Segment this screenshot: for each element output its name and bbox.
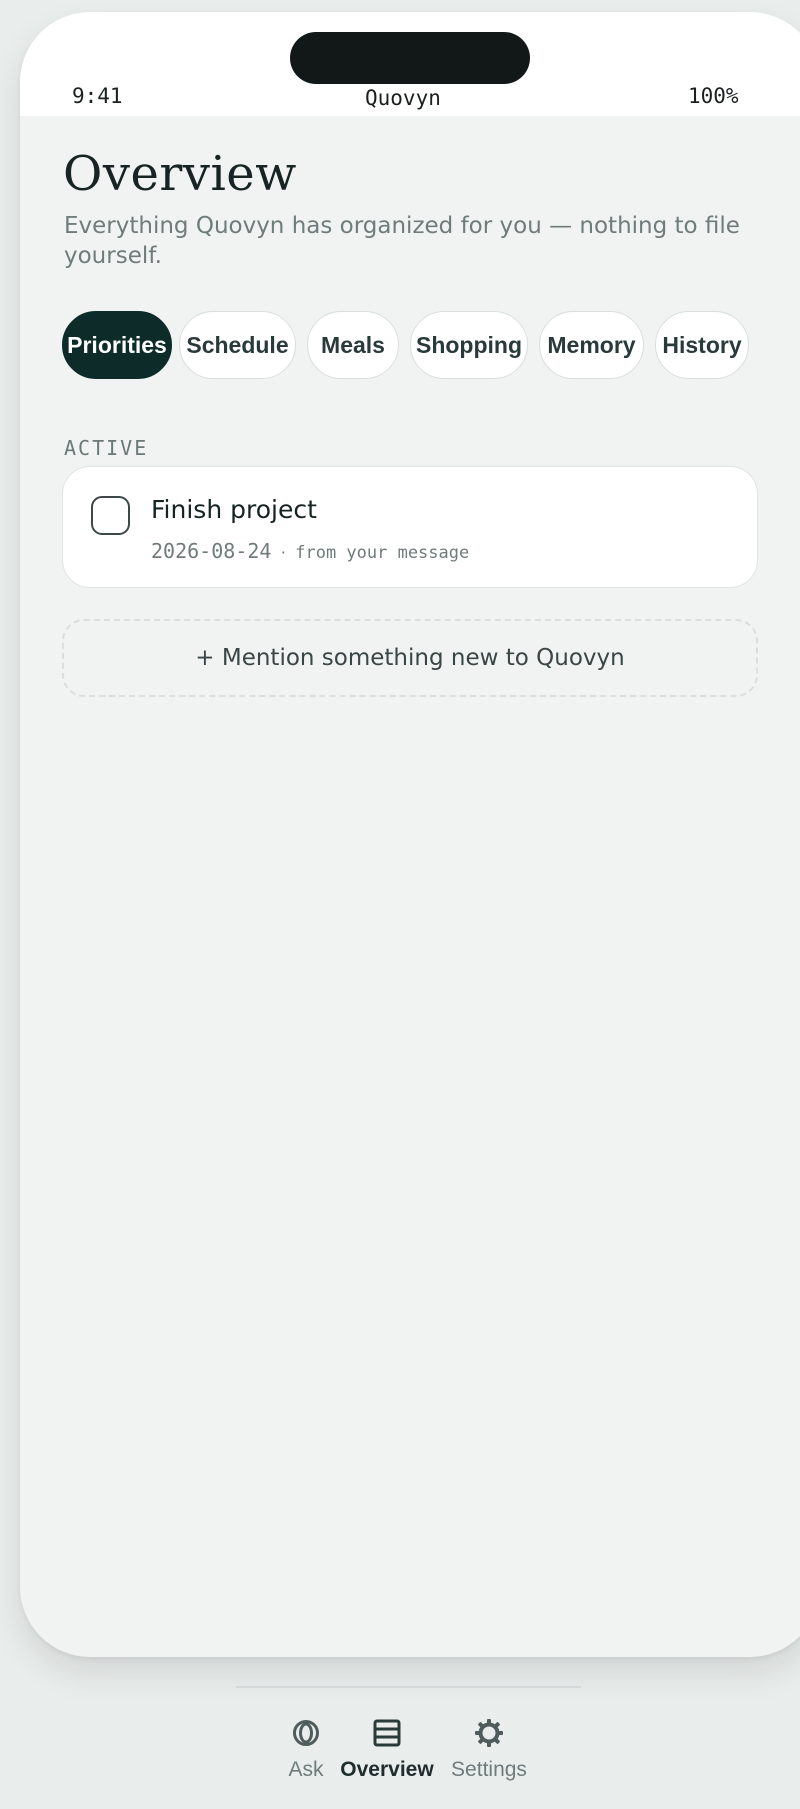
tab-shopping[interactable]: Shopping <box>410 311 528 379</box>
ask-rings-icon <box>293 1720 319 1746</box>
bottom-nav-divider <box>236 1686 581 1688</box>
nav-settings[interactable]: Settings <box>434 1718 544 1782</box>
nav-ask-label: Ask <box>288 1758 324 1781</box>
section-label-active: ACTIVE <box>64 436 149 460</box>
app-stage: 9:41 Quovyn 100% Overview Everything Quo… <box>0 0 800 1809</box>
status-battery: 100% <box>688 84 739 108</box>
task-meta: 2026-08-24 · from your message <box>151 539 469 563</box>
task-source: from your message <box>295 543 470 563</box>
task-date: 2026-08-24 <box>151 539 272 563</box>
task-card: Finish project 2026-08-24 · from your me… <box>62 466 758 588</box>
tab-schedule[interactable]: Schedule <box>179 311 296 379</box>
page-subtitle: Everything Quovyn has organized for you … <box>64 213 740 269</box>
task-title: Finish project <box>151 495 317 524</box>
tab-priorities[interactable]: Priorities <box>62 311 172 379</box>
mention-new-button[interactable]: + Mention something new to Quovyn <box>62 619 758 697</box>
status-time: 9:41 <box>72 84 123 108</box>
tab-history[interactable]: History <box>655 311 749 379</box>
nav-overview-label: Overview <box>340 1758 434 1781</box>
page-title: Overview <box>63 146 297 202</box>
nav-settings-label: Settings <box>451 1758 527 1781</box>
status-app-name: Quovyn <box>365 86 441 110</box>
status-bar: 9:41 Quovyn 100% <box>20 12 800 116</box>
meta-separator: · <box>280 543 286 562</box>
tab-memory[interactable]: Memory <box>539 311 644 379</box>
list-icon <box>373 1719 401 1747</box>
nav-overview[interactable]: Overview <box>332 1718 442 1782</box>
task-checkbox[interactable] <box>91 496 130 535</box>
tab-meals[interactable]: Meals <box>307 311 399 379</box>
gear-icon <box>475 1719 503 1747</box>
dynamic-island <box>290 32 530 84</box>
phone-frame: 9:41 Quovyn 100% Overview Everything Quo… <box>20 12 800 1657</box>
